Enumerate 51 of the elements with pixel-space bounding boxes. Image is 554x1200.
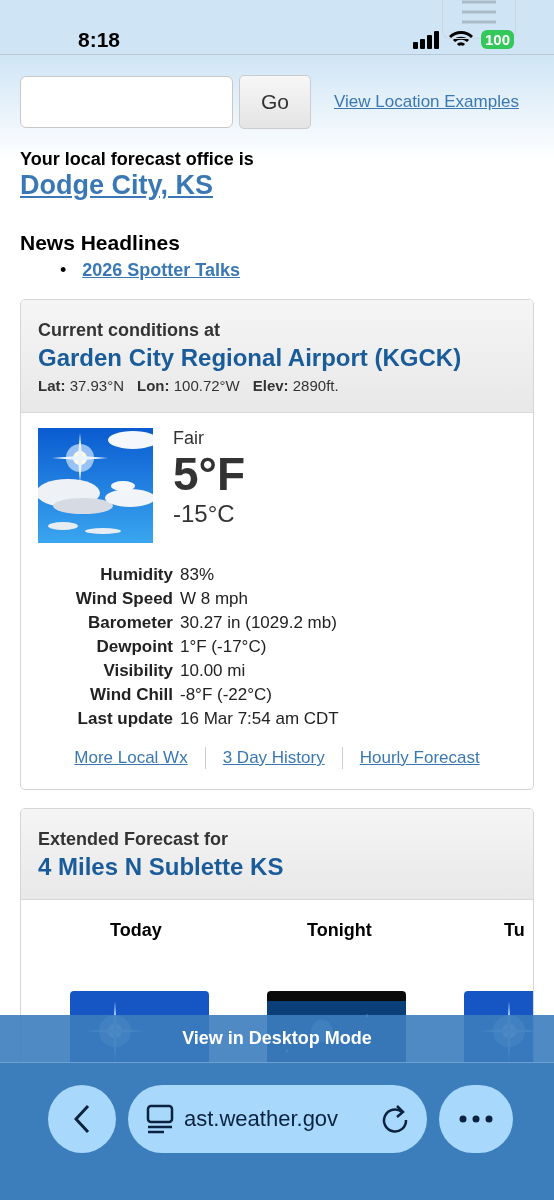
detail-label: Dewpoint: [95, 637, 173, 657]
go-button[interactable]: Go: [239, 75, 311, 129]
back-icon: [74, 1104, 90, 1134]
more-icon: [459, 1115, 493, 1123]
banner-text: View in Desktop Mode: [182, 1028, 372, 1049]
address-bar[interactable]: ast.weather.gov: [128, 1085, 427, 1153]
detail-value: 16 Mar 7:54 am CDT: [180, 709, 340, 729]
page-icon: [146, 1104, 174, 1134]
detail-value: W 8 mph: [180, 589, 250, 609]
detail-label: Barometer: [86, 613, 173, 633]
temperature-c: -15°C: [173, 499, 236, 528]
reload-icon: [381, 1104, 409, 1134]
condition-text: Fair: [173, 428, 205, 449]
period-name: Tu: [504, 920, 525, 941]
detail-value: 10.00 mi: [180, 661, 247, 681]
coordinate: Elev: 2890ft.: [252, 377, 339, 394]
wifi-icon: [448, 30, 473, 49]
desktop-mode-banner[interactable]: View in Desktop Mode: [0, 1015, 554, 1062]
period-name: Today: [110, 920, 162, 941]
temperature-f: 5°F: [173, 449, 246, 500]
bullet: •: [60, 260, 67, 281]
period-name: Tonight: [307, 920, 372, 941]
office-intro: Your local forecast office is: [20, 149, 255, 170]
location-search-field[interactable]: [20, 76, 233, 128]
office-link[interactable]: Dodge City, KS: [20, 170, 213, 200]
detail-label: Visibility: [102, 661, 173, 681]
battery-indicator: 100: [480, 30, 514, 49]
headline-link[interactable]: 2026 Spotter Talks: [82, 260, 241, 281]
location-examples-link[interactable]: View Location Examples: [334, 92, 519, 112]
detail-label: Last update: [76, 709, 173, 729]
card-heading: Extended Forecast for: [38, 829, 230, 850]
forecast-place: 4 Miles N Sublette KS: [38, 853, 285, 881]
coordinate: Lat: 37.93°N: [38, 377, 125, 394]
station-name: Garden City Regional Airport (KGCK): [38, 344, 463, 372]
detail-label: Wind Speed: [74, 589, 173, 609]
detail-value: 30.27 in (1029.2 mb): [180, 613, 338, 633]
news-heading: News Headlines: [20, 231, 181, 255]
status-time: 8:18: [78, 26, 121, 52]
coordinate: Lon: 100.72°W: [137, 377, 240, 394]
detail-value: -8°F (-22°C): [180, 685, 273, 705]
conditions-link[interactable]: Hourly Forecast: [359, 748, 480, 768]
conditions-link[interactable]: 3 Day History: [222, 748, 325, 768]
detail-label: Humidity: [99, 565, 173, 585]
signal-icon: [412, 30, 441, 49]
detail-label: Wind Chill: [89, 685, 173, 705]
card-heading: Current conditions at: [38, 320, 221, 341]
url-text: ast.weather.gov: [184, 1106, 340, 1132]
detail-value: 83%: [180, 565, 216, 585]
detail-value: 1°F (-17°C): [180, 637, 268, 657]
conditions-link[interactable]: More Local Wx: [74, 748, 188, 768]
menu-icon: [462, 0, 496, 24]
